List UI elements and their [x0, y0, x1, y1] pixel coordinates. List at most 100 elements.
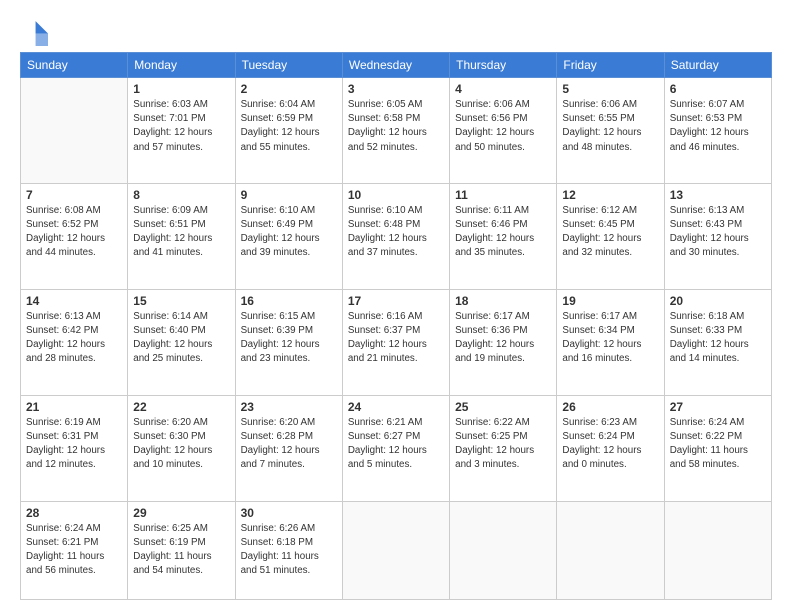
calendar-cell	[450, 501, 557, 600]
day-number: 30	[241, 506, 337, 520]
day-info: Sunrise: 6:26 AM Sunset: 6:18 PM Dayligh…	[241, 522, 337, 579]
calendar-cell: 15 Sunrise: 6:14 AM Sunset: 6:40 PM Dayli…	[128, 289, 235, 395]
calendar-cell: 27 Sunrise: 6:24 AM Sunset: 6:22 PM Dayli…	[664, 395, 771, 501]
calendar-cell: 12 Sunrise: 6:12 AM Sunset: 6:45 PM Dayli…	[557, 183, 664, 289]
day-info: Sunrise: 6:14 AM Sunset: 6:40 PM Dayligh…	[133, 310, 229, 367]
calendar-cell	[557, 501, 664, 600]
day-info: Sunrise: 6:08 AM Sunset: 6:52 PM Dayligh…	[26, 204, 122, 261]
calendar-cell: 20 Sunrise: 6:18 AM Sunset: 6:33 PM Dayli…	[664, 289, 771, 395]
day-number: 7	[26, 188, 122, 202]
day-info: Sunrise: 6:24 AM Sunset: 6:21 PM Dayligh…	[26, 522, 122, 579]
calendar-cell: 21Sunrise: 6:19 AM Sunset: 6:31 PM Dayli…	[21, 395, 128, 501]
calendar-cell	[21, 78, 128, 184]
calendar-cell: 1 Sunrise: 6:03 AM Sunset: 7:01 PM Daylig…	[128, 78, 235, 184]
day-info: Sunrise: 6:04 AM Sunset: 6:59 PM Dayligh…	[241, 98, 337, 155]
calendar-cell	[664, 501, 771, 600]
weekday-header-wednesday: Wednesday	[342, 53, 449, 78]
weekday-header-saturday: Saturday	[664, 53, 771, 78]
day-number: 28	[26, 506, 122, 520]
day-info: Sunrise: 6:18 AM Sunset: 6:33 PM Dayligh…	[670, 310, 766, 367]
week-row-2: 7 Sunrise: 6:08 AM Sunset: 6:52 PM Daylig…	[21, 183, 772, 289]
day-number: 8	[133, 188, 229, 202]
calendar-cell: 5 Sunrise: 6:06 AM Sunset: 6:55 PM Daylig…	[557, 78, 664, 184]
weekday-header-sunday: Sunday	[21, 53, 128, 78]
day-number: 23	[241, 400, 337, 414]
logo	[20, 18, 52, 46]
calendar-cell: 14 Sunrise: 6:13 AM Sunset: 6:42 PM Dayli…	[21, 289, 128, 395]
day-number: 26	[562, 400, 658, 414]
day-number: 27	[670, 400, 766, 414]
day-number: 29	[133, 506, 229, 520]
week-row-1: 1 Sunrise: 6:03 AM Sunset: 7:01 PM Daylig…	[21, 78, 772, 184]
day-number: 24	[348, 400, 444, 414]
weekday-header-monday: Monday	[128, 53, 235, 78]
day-number: 13	[670, 188, 766, 202]
week-row-5: 28 Sunrise: 6:24 AM Sunset: 6:21 PM Dayli…	[21, 501, 772, 600]
header	[20, 18, 772, 46]
calendar-cell: 23Sunrise: 6:20 AM Sunset: 6:28 PM Dayli…	[235, 395, 342, 501]
weekday-header-tuesday: Tuesday	[235, 53, 342, 78]
day-info: Sunrise: 6:21 AM Sunset: 6:27 PM Dayligh…	[348, 416, 444, 473]
day-info: Sunrise: 6:17 AM Sunset: 6:34 PM Dayligh…	[562, 310, 658, 367]
day-info: Sunrise: 6:13 AM Sunset: 6:42 PM Dayligh…	[26, 310, 122, 367]
calendar-cell: 6 Sunrise: 6:07 AM Sunset: 6:53 PM Daylig…	[664, 78, 771, 184]
calendar-cell: 16 Sunrise: 6:15 AM Sunset: 6:39 PM Dayli…	[235, 289, 342, 395]
day-info: Sunrise: 6:10 AM Sunset: 6:48 PM Dayligh…	[348, 204, 444, 261]
day-number: 3	[348, 82, 444, 96]
day-number: 16	[241, 294, 337, 308]
calendar-table: SundayMondayTuesdayWednesdayThursdayFrid…	[20, 52, 772, 600]
calendar-cell: 9Sunrise: 6:10 AM Sunset: 6:49 PM Daylig…	[235, 183, 342, 289]
day-info: Sunrise: 6:25 AM Sunset: 6:19 PM Dayligh…	[133, 522, 229, 579]
day-number: 25	[455, 400, 551, 414]
day-info: Sunrise: 6:19 AM Sunset: 6:31 PM Dayligh…	[26, 416, 122, 473]
calendar-cell: 13 Sunrise: 6:13 AM Sunset: 6:43 PM Dayli…	[664, 183, 771, 289]
calendar-cell: 7 Sunrise: 6:08 AM Sunset: 6:52 PM Daylig…	[21, 183, 128, 289]
calendar-cell: 3 Sunrise: 6:05 AM Sunset: 6:58 PM Daylig…	[342, 78, 449, 184]
calendar-cell: 28 Sunrise: 6:24 AM Sunset: 6:21 PM Dayli…	[21, 501, 128, 600]
calendar-cell: 24 Sunrise: 6:21 AM Sunset: 6:27 PM Dayli…	[342, 395, 449, 501]
calendar-cell: 4Sunrise: 6:06 AM Sunset: 6:56 PM Daylig…	[450, 78, 557, 184]
day-number: 2	[241, 82, 337, 96]
logo-icon	[20, 18, 48, 46]
day-info: Sunrise: 6:20 AM Sunset: 6:30 PM Dayligh…	[133, 416, 229, 473]
day-info: Sunrise: 6:07 AM Sunset: 6:53 PM Dayligh…	[670, 98, 766, 155]
day-number: 14	[26, 294, 122, 308]
week-row-3: 14 Sunrise: 6:13 AM Sunset: 6:42 PM Dayli…	[21, 289, 772, 395]
weekday-header-friday: Friday	[557, 53, 664, 78]
day-number: 10	[348, 188, 444, 202]
day-number: 18	[455, 294, 551, 308]
calendar-cell: 25 Sunrise: 6:22 AM Sunset: 6:25 PM Dayli…	[450, 395, 557, 501]
day-info: Sunrise: 6:11 AM Sunset: 6:46 PM Dayligh…	[455, 204, 551, 261]
day-info: Sunrise: 6:06 AM Sunset: 6:55 PM Dayligh…	[562, 98, 658, 155]
day-info: Sunrise: 6:24 AM Sunset: 6:22 PM Dayligh…	[670, 416, 766, 473]
calendar-cell: 26Sunrise: 6:23 AM Sunset: 6:24 PM Dayli…	[557, 395, 664, 501]
calendar-cell: 22 Sunrise: 6:20 AM Sunset: 6:30 PM Dayli…	[128, 395, 235, 501]
calendar-cell: 18 Sunrise: 6:17 AM Sunset: 6:36 PM Dayli…	[450, 289, 557, 395]
day-number: 9	[241, 188, 337, 202]
day-number: 11	[455, 188, 551, 202]
day-info: Sunrise: 6:12 AM Sunset: 6:45 PM Dayligh…	[562, 204, 658, 261]
day-info: Sunrise: 6:03 AM Sunset: 7:01 PM Dayligh…	[133, 98, 229, 155]
day-info: Sunrise: 6:16 AM Sunset: 6:37 PM Dayligh…	[348, 310, 444, 367]
day-info: Sunrise: 6:13 AM Sunset: 6:43 PM Dayligh…	[670, 204, 766, 261]
day-info: Sunrise: 6:17 AM Sunset: 6:36 PM Dayligh…	[455, 310, 551, 367]
day-number: 5	[562, 82, 658, 96]
calendar-cell: 19Sunrise: 6:17 AM Sunset: 6:34 PM Dayli…	[557, 289, 664, 395]
day-number: 20	[670, 294, 766, 308]
page: SundayMondayTuesdayWednesdayThursdayFrid…	[0, 0, 792, 612]
calendar-cell: 8Sunrise: 6:09 AM Sunset: 6:51 PM Daylig…	[128, 183, 235, 289]
day-info: Sunrise: 6:22 AM Sunset: 6:25 PM Dayligh…	[455, 416, 551, 473]
day-info: Sunrise: 6:06 AM Sunset: 6:56 PM Dayligh…	[455, 98, 551, 155]
day-number: 6	[670, 82, 766, 96]
calendar-cell: 2 Sunrise: 6:04 AM Sunset: 6:59 PM Daylig…	[235, 78, 342, 184]
day-number: 1	[133, 82, 229, 96]
day-number: 17	[348, 294, 444, 308]
calendar-cell: 17 Sunrise: 6:16 AM Sunset: 6:37 PM Dayli…	[342, 289, 449, 395]
day-number: 22	[133, 400, 229, 414]
day-info: Sunrise: 6:15 AM Sunset: 6:39 PM Dayligh…	[241, 310, 337, 367]
weekday-header-thursday: Thursday	[450, 53, 557, 78]
calendar-cell: 30 Sunrise: 6:26 AM Sunset: 6:18 PM Dayli…	[235, 501, 342, 600]
day-number: 15	[133, 294, 229, 308]
day-number: 12	[562, 188, 658, 202]
day-info: Sunrise: 6:05 AM Sunset: 6:58 PM Dayligh…	[348, 98, 444, 155]
